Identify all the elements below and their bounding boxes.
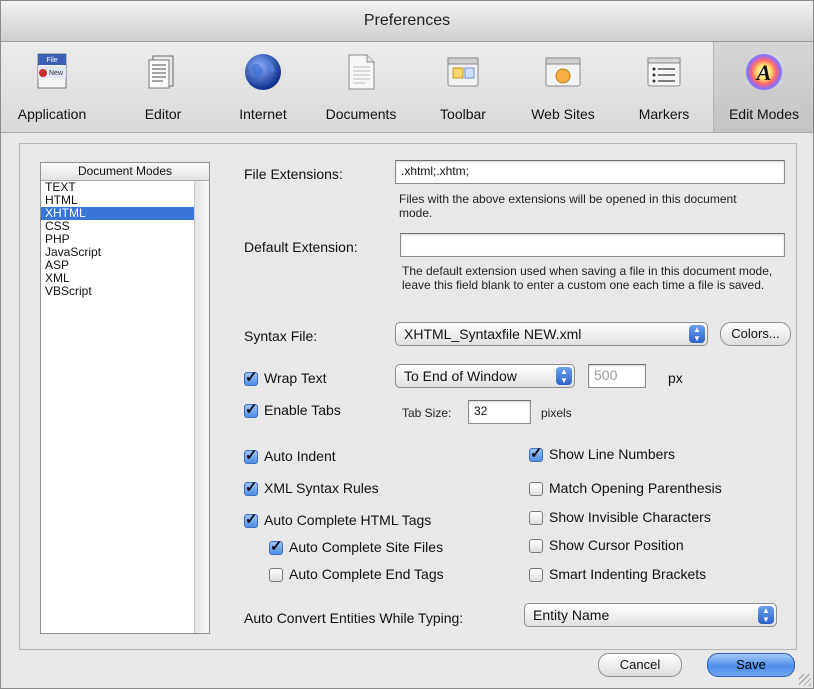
- syntax-file-value: XHTML_Syntaxfile NEW.xml: [404, 326, 582, 342]
- auto-convert-entities-popup[interactable]: Entity Name ▲ ▼: [524, 603, 777, 627]
- tab-edit-modes[interactable]: A Edit Modes: [713, 42, 813, 132]
- preferences-window: Preferences File New Application Editor …: [0, 0, 814, 689]
- globe-icon: [243, 52, 283, 92]
- edit-modes-panel: Document Modes TEXT HTML XHTML CSS PHP J…: [19, 143, 797, 650]
- syntax-file-popup[interactable]: XHTML_Syntaxfile NEW.xml ▲ ▼: [395, 322, 708, 346]
- xml-syntax-rules-checkbox[interactable]: [244, 478, 258, 496]
- editor-icon: [143, 52, 183, 92]
- tab-internet[interactable]: Internet: [215, 42, 311, 132]
- document-modes-list[interactable]: Document Modes TEXT HTML XHTML CSS PHP J…: [40, 162, 210, 634]
- show-cursor-position-label: Show Cursor Position: [549, 537, 684, 553]
- tab-editor[interactable]: Editor: [115, 42, 211, 132]
- tab-documents[interactable]: Documents: [311, 42, 411, 132]
- tab-toolbar[interactable]: Toolbar: [415, 42, 511, 132]
- match-opening-parenthesis-label: Match Opening Parenthesis: [549, 480, 722, 496]
- preferences-toolbar: File New Application Editor Internet Doc…: [1, 42, 813, 133]
- auto-complete-end-tags-label: Auto Complete End Tags: [289, 566, 444, 582]
- auto-complete-html-tags-label: Auto Complete HTML Tags: [264, 512, 432, 528]
- tab-label: Markers: [638, 106, 690, 122]
- match-opening-parenthesis-checkbox[interactable]: [529, 482, 543, 496]
- app-icon-text-bottom: New: [49, 70, 64, 77]
- show-line-numbers-checkbox[interactable]: [529, 444, 543, 462]
- default-extension-help: The default extension used when saving a…: [402, 264, 773, 292]
- edit-modes-icon: A: [744, 52, 784, 92]
- tab-size-label: Tab Size:: [402, 406, 452, 420]
- show-cursor-position-checkbox[interactable]: [529, 539, 543, 553]
- syntax-file-label: Syntax File:: [244, 328, 318, 344]
- tab-label: Web Sites: [531, 106, 595, 122]
- tab-size-field[interactable]: 32: [468, 400, 531, 424]
- tab-label: Internet: [239, 106, 287, 122]
- show-line-numbers-label: Show Line Numbers: [549, 446, 676, 462]
- popup-arrows-icon: ▲ ▼: [689, 325, 705, 343]
- wrap-width-unit: px: [668, 370, 683, 386]
- tab-label: Application: [17, 106, 87, 122]
- auto-complete-site-files-checkbox[interactable]: [269, 537, 283, 555]
- enable-tabs-label: Enable Tabs: [264, 402, 341, 418]
- tab-size-unit: pixels: [541, 406, 572, 420]
- toolbar-icon: [443, 52, 483, 92]
- auto-convert-entities-label: Auto Convert Entities While Typing:: [244, 610, 464, 626]
- list-scrollbar[interactable]: [194, 181, 209, 633]
- enable-tabs-checkbox[interactable]: [244, 400, 258, 418]
- auto-indent-label: Auto Indent: [264, 448, 336, 464]
- wrap-mode-value: To End of Window: [404, 368, 517, 384]
- wrap-mode-popup[interactable]: To End of Window ▲ ▼: [395, 364, 575, 388]
- tab-application[interactable]: File New Application: [3, 42, 101, 132]
- tab-label: Documents: [325, 106, 397, 122]
- smart-indenting-brackets-label: Smart Indenting Brackets: [549, 566, 707, 582]
- auto-complete-html-tags-checkbox[interactable]: [244, 510, 258, 528]
- save-button[interactable]: Save: [707, 653, 795, 677]
- smart-indenting-brackets-checkbox[interactable]: [529, 568, 543, 582]
- default-extension-field[interactable]: [400, 233, 785, 257]
- xml-syntax-rules-label: XML Syntax Rules: [264, 480, 379, 496]
- documents-icon: [341, 52, 381, 92]
- web-sites-icon: [543, 52, 583, 92]
- svg-text:A: A: [755, 60, 772, 85]
- auto-convert-entities-value: Entity Name: [533, 607, 610, 623]
- window-title: Preferences: [1, 1, 813, 42]
- app-icon-text-top: File: [46, 57, 57, 64]
- popup-arrows-icon: ▲ ▼: [758, 606, 774, 624]
- file-extensions-label: File Extensions:: [244, 166, 343, 182]
- tab-markers[interactable]: Markers: [617, 42, 711, 132]
- colors-button[interactable]: Colors...: [720, 322, 791, 346]
- resize-handle[interactable]: [799, 674, 811, 686]
- tab-label: Toolbar: [440, 106, 486, 122]
- tab-web-sites[interactable]: Web Sites: [511, 42, 615, 132]
- auto-complete-end-tags-checkbox[interactable]: [269, 568, 283, 582]
- popup-arrows-icon: ▲ ▼: [556, 367, 572, 385]
- application-icon: File New: [32, 52, 72, 92]
- wrap-text-label: Wrap Text: [264, 370, 327, 386]
- tab-label: Editor: [144, 106, 182, 122]
- list-item[interactable]: VBScript: [41, 285, 209, 298]
- show-invisible-characters-checkbox[interactable]: [529, 511, 543, 525]
- auto-indent-checkbox[interactable]: [244, 446, 258, 464]
- default-extension-label: Default Extension:: [244, 239, 358, 255]
- file-extensions-help: Files with the above extensions will be …: [399, 192, 737, 220]
- show-invisible-characters-label: Show Invisible Characters: [549, 509, 711, 525]
- markers-icon: [644, 52, 684, 92]
- auto-complete-site-files-label: Auto Complete Site Files: [289, 539, 444, 555]
- document-modes-header[interactable]: Document Modes: [41, 163, 209, 181]
- wrap-width-field[interactable]: 500: [588, 364, 646, 388]
- file-extensions-field[interactable]: .xhtml;.xhtm;: [395, 160, 785, 184]
- tab-label: Edit Modes: [728, 106, 800, 122]
- wrap-text-checkbox[interactable]: [244, 368, 258, 386]
- cancel-button[interactable]: Cancel: [598, 653, 682, 677]
